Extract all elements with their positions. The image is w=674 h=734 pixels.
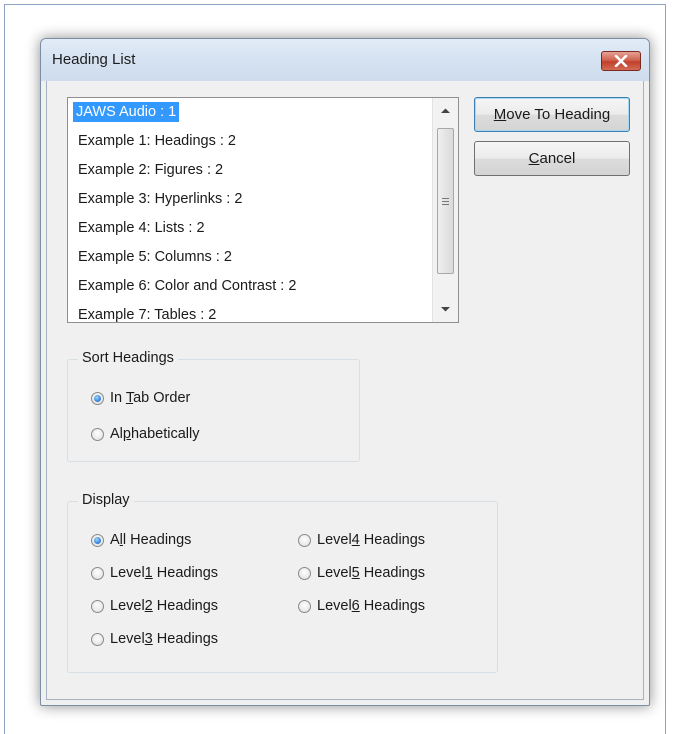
radio-level3-headings[interactable]: Level3 Headings xyxy=(91,631,218,647)
list-item[interactable]: Example 3: Hyperlinks : 2 xyxy=(68,185,432,214)
list-item[interactable]: Example 1: Headings : 2 xyxy=(68,127,432,156)
dialog-title: Heading List xyxy=(52,51,136,68)
radio-level1-headings[interactable]: Level1 Headings xyxy=(91,565,218,581)
heading-list-dialog: Heading List JAWS Audio : 1 Example 1: H… xyxy=(40,38,650,706)
title-bar[interactable]: Heading List xyxy=(41,39,649,81)
list-item[interactable]: Example 7: Tables : 2 xyxy=(68,301,432,322)
list-item[interactable]: JAWS Audio : 1 xyxy=(68,98,432,127)
cancel-button[interactable]: Cancel xyxy=(474,141,630,176)
radio-unchecked-icon xyxy=(91,427,104,441)
radio-unchecked-icon xyxy=(298,599,311,613)
list-item[interactable]: Example 5: Columns : 2 xyxy=(68,243,432,272)
heading-list-items: JAWS Audio : 1 Example 1: Headings : 2 E… xyxy=(68,98,432,322)
radio-unchecked-icon xyxy=(91,632,104,646)
display-title: Display xyxy=(78,492,134,508)
radio-level4-headings[interactable]: Level4 Headings xyxy=(298,532,425,548)
heading-listbox[interactable]: JAWS Audio : 1 Example 1: Headings : 2 E… xyxy=(67,97,459,323)
grip-icon xyxy=(442,196,449,207)
scroll-thumb[interactable] xyxy=(437,128,454,274)
radio-level5-headings[interactable]: Level5 Headings xyxy=(298,565,425,581)
scroll-up-icon xyxy=(441,108,450,113)
radio-in-tab-order[interactable]: In Tab Order xyxy=(91,390,190,406)
display-group: Display All Headings Level1 Headings Lev… xyxy=(67,492,498,673)
scroll-up-button[interactable] xyxy=(433,100,458,122)
dialog-body: JAWS Audio : 1 Example 1: Headings : 2 E… xyxy=(46,81,644,700)
radio-level6-headings[interactable]: Level6 Headings xyxy=(298,598,425,614)
radio-all-headings[interactable]: All Headings xyxy=(91,532,191,548)
close-button[interactable] xyxy=(601,51,641,71)
radio-unchecked-icon xyxy=(91,599,104,613)
move-to-heading-button[interactable]: Move To Heading xyxy=(474,97,630,132)
radio-checked-icon xyxy=(91,391,104,405)
scroll-down-icon xyxy=(441,307,450,312)
radio-unchecked-icon xyxy=(91,566,104,580)
scroll-down-button[interactable] xyxy=(433,298,458,320)
list-item[interactable]: Example 6: Color and Contrast : 2 xyxy=(68,272,432,301)
list-item[interactable]: Example 2: Figures : 2 xyxy=(68,156,432,185)
sort-headings-group: Sort Headings In Tab Order Alphabeticall… xyxy=(67,350,360,462)
radio-checked-icon xyxy=(91,533,104,547)
radio-alphabetically[interactable]: Alphabetically xyxy=(91,426,200,442)
sort-headings-title: Sort Headings xyxy=(78,350,178,366)
list-item[interactable]: Example 4: Lists : 2 xyxy=(68,214,432,243)
close-icon xyxy=(614,55,628,67)
vertical-scrollbar[interactable] xyxy=(432,98,458,322)
radio-unchecked-icon xyxy=(298,566,311,580)
radio-level2-headings[interactable]: Level2 Headings xyxy=(91,598,218,614)
radio-unchecked-icon xyxy=(298,533,311,547)
